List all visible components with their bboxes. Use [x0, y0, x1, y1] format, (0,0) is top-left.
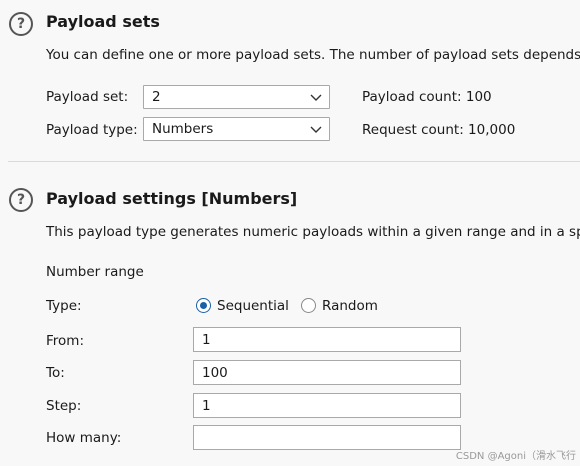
payload-type-label: Payload type: [46, 122, 138, 138]
request-count: Request count: 10,000 [362, 122, 516, 138]
how-many-label: How many: [46, 430, 122, 446]
help-icon[interactable]: ? [9, 188, 33, 212]
to-input[interactable]: 100 [193, 360, 461, 385]
step-input[interactable]: 1 [193, 393, 461, 418]
section-divider [8, 161, 580, 162]
step-label: Step: [46, 398, 82, 414]
from-label: From: [46, 333, 84, 349]
help-icon[interactable]: ? [9, 12, 33, 36]
payload-sets-title: Payload sets [46, 12, 160, 31]
chevron-down-icon [310, 126, 322, 133]
payload-settings-title: Payload settings [Numbers] [46, 189, 298, 208]
from-input[interactable]: 1 [193, 327, 461, 352]
payload-count: Payload count: 100 [362, 89, 492, 105]
payload-set-label: Payload set: [46, 89, 129, 105]
number-range-heading: Number range [46, 264, 144, 280]
payload-set-select[interactable]: 2 [143, 85, 330, 109]
sequential-radio[interactable] [196, 298, 211, 313]
payload-type-select[interactable]: Numbers [143, 117, 330, 141]
type-label: Type: [46, 298, 82, 314]
how-many-input[interactable] [193, 425, 461, 450]
random-radio[interactable] [301, 298, 316, 313]
to-label: To: [46, 365, 65, 381]
payload-sets-description: You can define one or more payload sets.… [46, 47, 580, 63]
payload-set-value: 2 [152, 89, 161, 105]
watermark: CSDN @Agoni（滑水飞行 [455, 451, 576, 462]
payload-settings-description: This payload type generates numeric payl… [46, 224, 580, 240]
payload-type-value: Numbers [152, 121, 214, 137]
sequential-label[interactable]: Sequential [217, 298, 289, 314]
chevron-down-icon [310, 94, 322, 101]
random-label[interactable]: Random [322, 298, 378, 314]
